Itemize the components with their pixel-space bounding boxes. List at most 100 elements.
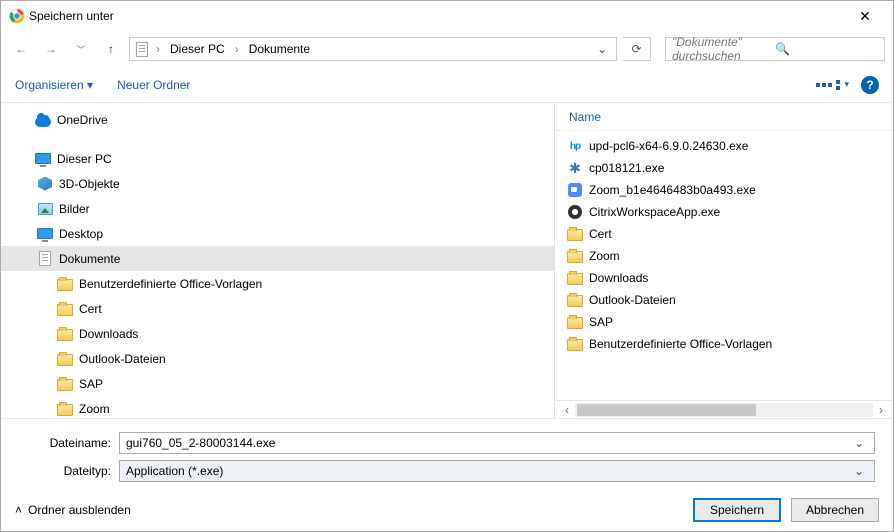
cloud-icon (35, 112, 51, 128)
tree-doc-subfolder[interactable]: SAP (1, 371, 554, 396)
gear-icon: ✱ (567, 160, 583, 176)
file-item[interactable]: hp upd-pcl6-x64-6.9.0.24630.exe (555, 135, 893, 157)
tree-label: Desktop (59, 227, 103, 241)
tree-label: Outlook-Dateien (79, 352, 166, 366)
recent-dropdown[interactable]: ﹀ (69, 37, 93, 61)
citrix-icon (567, 204, 583, 220)
file-item[interactable]: SAP (555, 311, 893, 333)
horizontal-scrollbar[interactable]: ‹ › (555, 400, 893, 418)
folder-tree[interactable]: OneDrive Dieser PC 3D-Objekte Bilder Des… (1, 103, 554, 418)
file-name: SAP (589, 315, 613, 329)
file-form: Dateiname: gui760_05_2-80003144.exe ⌄ Da… (1, 418, 893, 489)
organize-menu[interactable]: Organisieren ▾ (15, 78, 93, 92)
refresh-button[interactable]: ⟳ (623, 37, 651, 61)
tree-doc-subfolder[interactable]: Outlook-Dateien (1, 346, 554, 371)
file-name: Cert (589, 227, 612, 241)
help-button[interactable]: ? (861, 76, 879, 94)
tree-label: Benutzerdefinierte Office-Vorlagen (79, 277, 262, 291)
chevron-right-icon[interactable]: › (152, 42, 164, 56)
window-title: Speichern unter (25, 9, 845, 23)
tree-label: Bilder (59, 202, 90, 216)
back-button[interactable]: ← (9, 37, 33, 61)
pc-icon (134, 41, 150, 57)
breadcrumb-documents[interactable]: Dokumente (245, 40, 314, 58)
tree-label: Zoom (79, 402, 110, 416)
folder-icon (57, 351, 73, 367)
chrome-icon (9, 8, 25, 24)
tree-doc-subfolder[interactable]: Benutzerdefinierte Office-Vorlagen (1, 271, 554, 296)
chevron-up-icon: ˄ (15, 503, 22, 517)
tree-documents[interactable]: Dokumente (1, 246, 554, 271)
folder-icon (57, 301, 73, 317)
tree-this-pc[interactable]: Dieser PC (1, 146, 554, 171)
tree-label: Dieser PC (57, 152, 112, 166)
footer: ˄ Ordner ausblenden Speichern Abbrechen (1, 489, 893, 531)
cancel-button[interactable]: Abbrechen (791, 498, 879, 522)
file-item[interactable]: Outlook-Dateien (555, 289, 893, 311)
hp-icon: hp (567, 138, 583, 154)
hide-folders-label: Ordner ausblenden (28, 503, 131, 517)
tree-doc-subfolder[interactable]: Cert (1, 296, 554, 321)
folder-icon (567, 314, 583, 330)
filename-input[interactable]: gui760_05_2-80003144.exe ⌄ (119, 432, 875, 454)
file-item[interactable]: Zoom_b1e4646483b0a493.exe (555, 179, 893, 201)
close-button[interactable]: ✕ (845, 8, 885, 25)
file-item[interactable]: ✱cp018121.exe (555, 157, 893, 179)
chevron-down-icon[interactable]: ⌄ (850, 464, 868, 478)
tree-label: OneDrive (57, 113, 108, 127)
file-item[interactable]: Zoom (555, 245, 893, 267)
monitor-icon (35, 151, 51, 167)
tree-doc-subfolder[interactable]: Zoom (1, 396, 554, 418)
scroll-thumb[interactable] (577, 404, 756, 416)
chevron-right-icon[interactable]: › (231, 42, 243, 56)
folder-icon (567, 292, 583, 308)
scroll-track[interactable] (575, 403, 873, 417)
tree-label: Downloads (79, 327, 138, 341)
file-name: Outlook-Dateien (589, 293, 676, 307)
search-icon: 🔍 (775, 42, 878, 56)
filetype-select[interactable]: Application (*.exe) ⌄ (119, 460, 875, 482)
breadcrumb-dropdown[interactable]: ⌄ (592, 42, 612, 56)
tree-label: Cert (79, 302, 102, 316)
filetype-value: Application (*.exe) (126, 464, 850, 478)
filename-value: gui760_05_2-80003144.exe (126, 436, 850, 450)
title-bar: Speichern unter ✕ (1, 1, 893, 31)
tree-label: SAP (79, 377, 103, 391)
toolbar: Organisieren ▾ Neuer Ordner ▾ ? (1, 67, 893, 103)
new-folder-button[interactable]: Neuer Ordner (117, 78, 190, 92)
folder-icon (567, 248, 583, 264)
breadcrumb-this-pc[interactable]: Dieser PC (166, 40, 229, 58)
breadcrumb-bar[interactable]: › Dieser PC › Dokumente ⌄ (129, 37, 617, 61)
file-item[interactable]: CitrixWorkspaceApp.exe (555, 201, 893, 223)
folder-icon (567, 270, 583, 286)
up-button[interactable]: ↑ (99, 37, 123, 61)
folder-icon (57, 401, 73, 417)
file-list[interactable]: hp upd-pcl6-x64-6.9.0.24630.exe ✱cp018121… (555, 131, 893, 400)
file-item[interactable]: Benutzerdefinierte Office-Vorlagen (555, 333, 893, 355)
hide-folders-toggle[interactable]: ˄ Ordner ausblenden (15, 503, 131, 517)
zoom-icon (567, 182, 583, 198)
chevron-down-icon[interactable]: ⌄ (850, 436, 868, 450)
tree-label: Dokumente (59, 252, 120, 266)
search-input[interactable]: "Dokumente" durchsuchen 🔍 (665, 37, 885, 61)
tree-desktop[interactable]: Desktop (1, 221, 554, 246)
folder-icon (57, 326, 73, 342)
file-item[interactable]: Downloads (555, 267, 893, 289)
scroll-left-icon[interactable]: ‹ (559, 403, 575, 417)
save-button[interactable]: Speichern (693, 498, 781, 522)
scroll-right-icon[interactable]: › (873, 403, 889, 417)
tree-doc-subfolder[interactable]: Downloads (1, 321, 554, 346)
view-icon (836, 80, 840, 90)
folder-icon (57, 276, 73, 292)
picture-icon (37, 201, 53, 217)
view-options-button[interactable]: ▾ (816, 79, 849, 90)
file-item[interactable]: Cert (555, 223, 893, 245)
filetype-label: Dateityp: (19, 464, 111, 478)
tree-3d-objects[interactable]: 3D-Objekte (1, 171, 554, 196)
file-name: Zoom_b1e4646483b0a493.exe (589, 183, 756, 197)
folder-icon (567, 336, 583, 352)
tree-pictures[interactable]: Bilder (1, 196, 554, 221)
file-name: upd-pcl6-x64-6.9.0.24630.exe (589, 139, 748, 153)
tree-onedrive[interactable]: OneDrive (1, 107, 554, 132)
column-header-name[interactable]: Name (555, 103, 893, 131)
